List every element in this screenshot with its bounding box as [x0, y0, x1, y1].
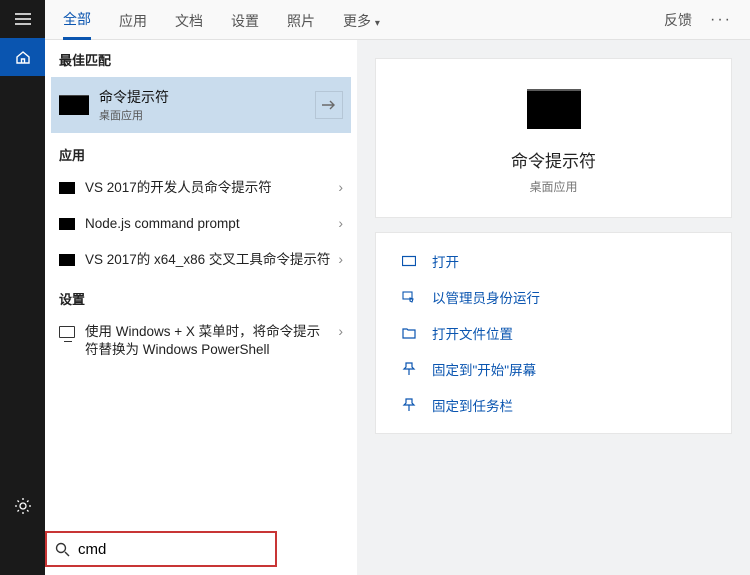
preview-card: 命令提示符 桌面应用 — [375, 58, 732, 218]
hamburger-menu-button[interactable] — [0, 0, 45, 38]
action-pin-start[interactable]: 固定到"开始"屏幕 — [380, 351, 727, 387]
action-run-admin[interactable]: 以管理员身份运行 — [380, 279, 727, 315]
chevron-down-icon: ▾ — [375, 18, 380, 29]
expand-arrow-button[interactable] — [315, 91, 343, 119]
chevron-right-icon: › — [338, 179, 343, 195]
tab-all[interactable]: 全部 — [63, 0, 91, 40]
pin-taskbar-icon — [400, 398, 418, 412]
results-panel: 最佳匹配 命令提示符 桌面应用 应用 VS 2017的开发人员命令提示符 › N — [45, 40, 357, 575]
cmd-icon — [59, 95, 89, 115]
home-button[interactable] — [0, 38, 45, 76]
tab-apps[interactable]: 应用 — [119, 1, 147, 39]
cmd-icon — [59, 182, 75, 194]
app-result[interactable]: VS 2017的开发人员命令提示符 › — [45, 170, 357, 206]
cmd-large-icon — [527, 89, 581, 129]
monitor-icon — [59, 326, 75, 338]
settings-result-label: 使用 Windows + X 菜单时，将命令提示符替换为 Windows Pow… — [85, 323, 332, 359]
chevron-right-icon: › — [338, 251, 343, 267]
best-match-subtitle: 桌面应用 — [99, 107, 315, 123]
app-result-label: VS 2017的开发人员命令提示符 — [85, 179, 332, 197]
feedback-link[interactable]: 反馈 — [664, 10, 692, 30]
actions-list: 打开 以管理员身份运行 打开文件位置 固定到"开始"屏幕 固定到任务栏 — [375, 232, 732, 434]
section-best-match: 最佳匹配 — [45, 40, 357, 75]
tab-settings[interactable]: 设置 — [231, 1, 259, 39]
action-open[interactable]: 打开 — [380, 243, 727, 279]
cmd-icon — [59, 218, 75, 230]
folder-icon — [400, 327, 418, 339]
settings-result[interactable]: 使用 Windows + X 菜单时，将命令提示符替换为 Windows Pow… — [45, 314, 357, 368]
more-options-button[interactable]: ··· — [710, 11, 732, 29]
app-result[interactable]: Node.js command prompt › — [45, 206, 357, 242]
preview-title: 命令提示符 — [511, 147, 596, 172]
preview-subtitle: 桌面应用 — [529, 178, 577, 195]
main-area: 全部 应用 文档 设置 照片 更多 ▾ 反馈 ··· 最佳匹配 命令提示符 桌面… — [45, 0, 750, 575]
action-open-location[interactable]: 打开文件位置 — [380, 315, 727, 351]
best-match-result[interactable]: 命令提示符 桌面应用 — [51, 77, 351, 133]
search-input[interactable] — [78, 541, 277, 558]
app-result[interactable]: VS 2017的 x64_x86 交叉工具命令提示符 › — [45, 242, 357, 278]
app-result-label: VS 2017的 x64_x86 交叉工具命令提示符 — [85, 251, 332, 269]
open-icon — [400, 255, 418, 267]
app-result-label: Node.js command prompt — [85, 215, 332, 233]
cmd-icon — [59, 254, 75, 266]
settings-button[interactable] — [0, 487, 45, 525]
preview-panel: 命令提示符 桌面应用 打开 以管理员身份运行 打开文件位置 固 — [357, 40, 750, 575]
gear-icon — [14, 497, 32, 515]
section-settings: 设置 — [45, 279, 357, 314]
tab-documents[interactable]: 文档 — [175, 1, 203, 39]
chevron-right-icon: › — [338, 323, 343, 339]
chevron-right-icon: › — [338, 215, 343, 231]
search-icon — [55, 542, 70, 557]
tab-more[interactable]: 更多 ▾ — [343, 1, 380, 39]
pin-start-icon — [400, 362, 418, 376]
action-pin-taskbar[interactable]: 固定到任务栏 — [380, 387, 727, 423]
home-icon — [15, 49, 31, 65]
arrow-right-icon — [322, 100, 336, 110]
tab-photos[interactable]: 照片 — [287, 1, 315, 39]
filter-tabs: 全部 应用 文档 设置 照片 更多 ▾ 反馈 ··· — [45, 0, 750, 40]
hamburger-icon — [15, 13, 31, 25]
section-apps: 应用 — [45, 135, 357, 170]
admin-icon — [400, 290, 418, 304]
search-box[interactable] — [45, 531, 277, 567]
left-sidebar — [0, 0, 45, 575]
best-match-title: 命令提示符 — [99, 87, 315, 107]
